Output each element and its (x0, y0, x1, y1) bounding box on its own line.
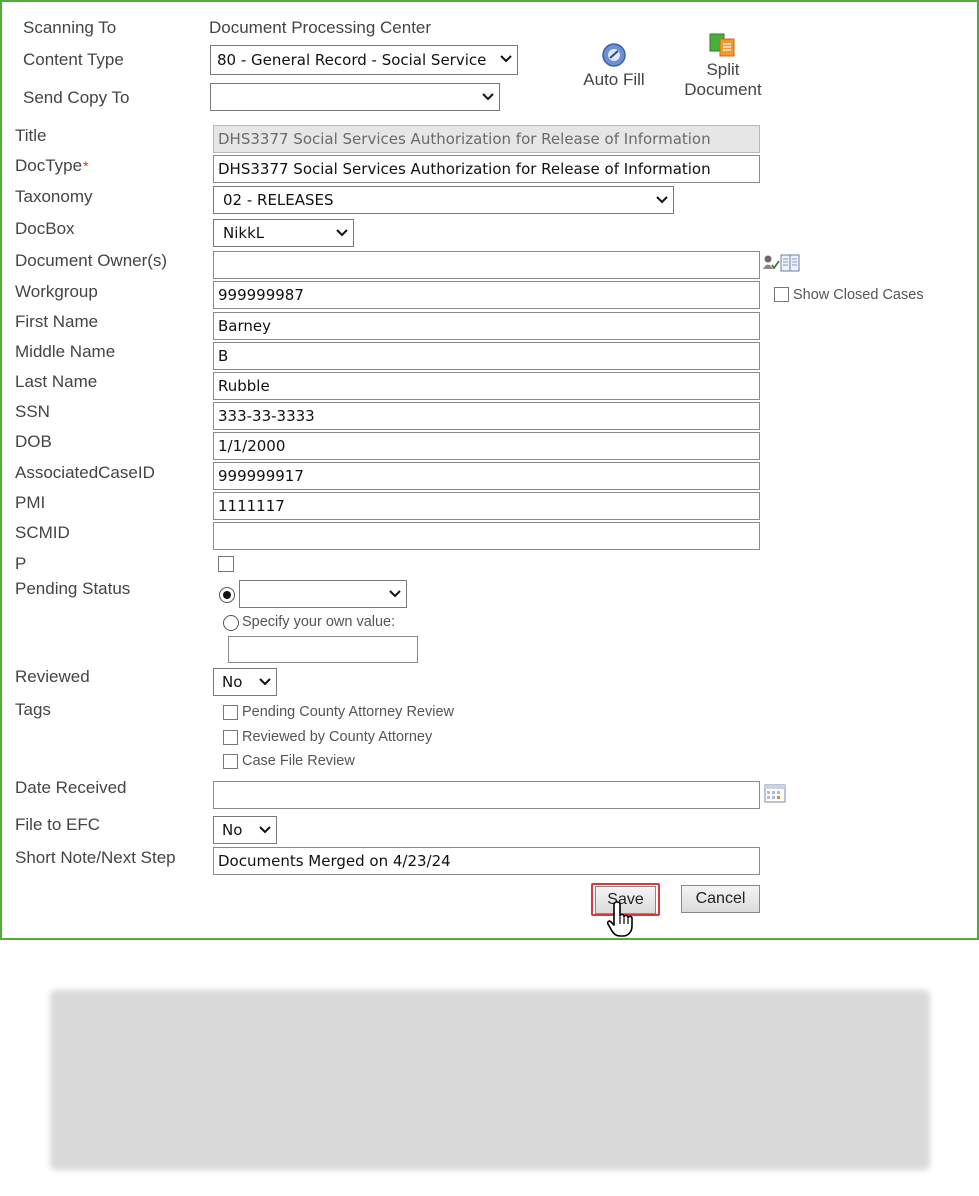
middle-name-field[interactable]: B (213, 342, 760, 370)
required-marker: * (83, 158, 89, 174)
tags-label: Tags (15, 700, 51, 719)
redacted-area (50, 990, 930, 1170)
doctype-label: DocType* (15, 156, 89, 176)
dob-field[interactable]: 1/1/2000 (213, 432, 760, 460)
reviewed-value: No (222, 673, 243, 691)
docbox-select[interactable]: NikkL (213, 219, 354, 247)
file-to-efc-value: No (222, 821, 243, 839)
chevron-down-icon (389, 589, 401, 600)
scanning-to-value: Document Processing Center (209, 18, 432, 37)
title-field: DHS3377 Social Services Authorization fo… (213, 125, 760, 153)
pmi-label: PMI (15, 493, 46, 512)
show-closed-cases-checkbox[interactable] (774, 287, 789, 302)
ssn-field[interactable]: 333-33-3333 (213, 402, 760, 430)
pending-status-choice-radio[interactable] (219, 587, 235, 603)
tag-checkbox[interactable] (223, 705, 238, 720)
date-received-field[interactable] (213, 781, 760, 809)
tag-label: Reviewed by County Attorney (242, 729, 433, 745)
cancel-button[interactable]: Cancel (681, 885, 760, 913)
tag-label: Case File Review (242, 753, 355, 769)
file-to-efc-select[interactable]: No (213, 816, 277, 844)
short-note-label: Short Note/Next Step (15, 848, 176, 867)
check-names-icon[interactable] (762, 253, 780, 273)
last-name-field[interactable]: Rubble (213, 372, 760, 400)
workgroup-label: Workgroup (15, 282, 98, 301)
document-owner-label: Document Owner(s) (15, 251, 168, 270)
chevron-down-icon (259, 825, 271, 836)
reviewed-select[interactable]: No (213, 668, 277, 696)
p-checkbox[interactable] (218, 556, 234, 572)
address-book-icon[interactable] (780, 254, 800, 272)
docbox-value: NikkL (223, 224, 265, 242)
title-label: Title (15, 126, 47, 145)
dob-label: DOB (15, 432, 52, 451)
send-copy-to-select[interactable] (210, 83, 500, 111)
short-note-field[interactable]: Documents Merged on 4/23/24 (213, 847, 760, 875)
content-type-value: 80 - General Record - Social Service (217, 51, 487, 69)
date-received-label: Date Received (15, 778, 127, 797)
taxonomy-label: Taxonomy (15, 187, 93, 206)
associated-case-id-field[interactable]: 999999917 (213, 462, 760, 490)
auto-fill-label: Auto Fill (583, 70, 645, 89)
document-owner-field[interactable] (213, 251, 760, 279)
calendar-icon[interactable] (764, 783, 786, 803)
p-label: P (15, 554, 27, 573)
auto-fill-icon (601, 42, 627, 68)
tag-checkbox[interactable] (223, 730, 238, 745)
specify-own-value-label: Specify your own value: (242, 614, 396, 630)
specify-own-value-field[interactable] (228, 636, 418, 663)
tag-label: Pending County Attorney Review (242, 704, 454, 720)
docbox-label: DocBox (15, 219, 75, 238)
content-type-select[interactable]: 80 - General Record - Social Service (210, 45, 518, 75)
pmi-field[interactable]: 1111117 (213, 492, 760, 520)
split-document-icon (707, 32, 739, 58)
reviewed-label: Reviewed (15, 667, 90, 686)
split-document-button[interactable]: Split Document (678, 32, 768, 100)
chevron-down-icon (482, 92, 494, 103)
workgroup-field[interactable]: 999999987 (213, 281, 760, 309)
doctype-field[interactable]: DHS3377 Social Services Authorization fo… (213, 155, 760, 183)
show-closed-cases-label: Show Closed Cases (793, 287, 924, 303)
pending-status-label: Pending Status (15, 579, 131, 598)
taxonomy-value: 02 - RELEASES (223, 191, 334, 209)
specify-own-value-radio[interactable] (223, 615, 239, 631)
first-name-label: First Name (15, 312, 99, 331)
ssn-label: SSN (15, 402, 50, 421)
split-document-label-line1: Split (706, 60, 740, 79)
pending-status-select[interactable] (239, 580, 407, 608)
hand-cursor-icon (606, 900, 637, 940)
scmid-field[interactable] (213, 522, 760, 550)
last-name-label: Last Name (15, 372, 98, 391)
taxonomy-select[interactable]: 02 - RELEASES (213, 186, 674, 214)
content-type-label: Content Type (23, 50, 124, 69)
doctype-label-text: DocType (15, 156, 83, 175)
tag-checkbox[interactable] (223, 754, 238, 769)
chevron-down-icon (259, 677, 271, 688)
document-properties-form: Scanning To Document Processing Center C… (0, 0, 979, 940)
first-name-field[interactable]: Barney (213, 312, 760, 340)
send-copy-to-label: Send Copy To (23, 88, 130, 107)
auto-fill-button[interactable]: Auto Fill (576, 42, 652, 90)
associated-case-id-label: AssociatedCaseID (15, 463, 155, 482)
file-to-efc-label: File to EFC (15, 815, 101, 834)
chevron-down-icon (500, 54, 512, 65)
middle-name-label: Middle Name (15, 342, 116, 361)
chevron-down-icon (656, 195, 668, 206)
chevron-down-icon (336, 228, 348, 239)
scanning-to-label: Scanning To (23, 18, 117, 37)
scmid-label: SCMID (15, 523, 70, 542)
split-document-label-line2: Document (684, 80, 762, 99)
